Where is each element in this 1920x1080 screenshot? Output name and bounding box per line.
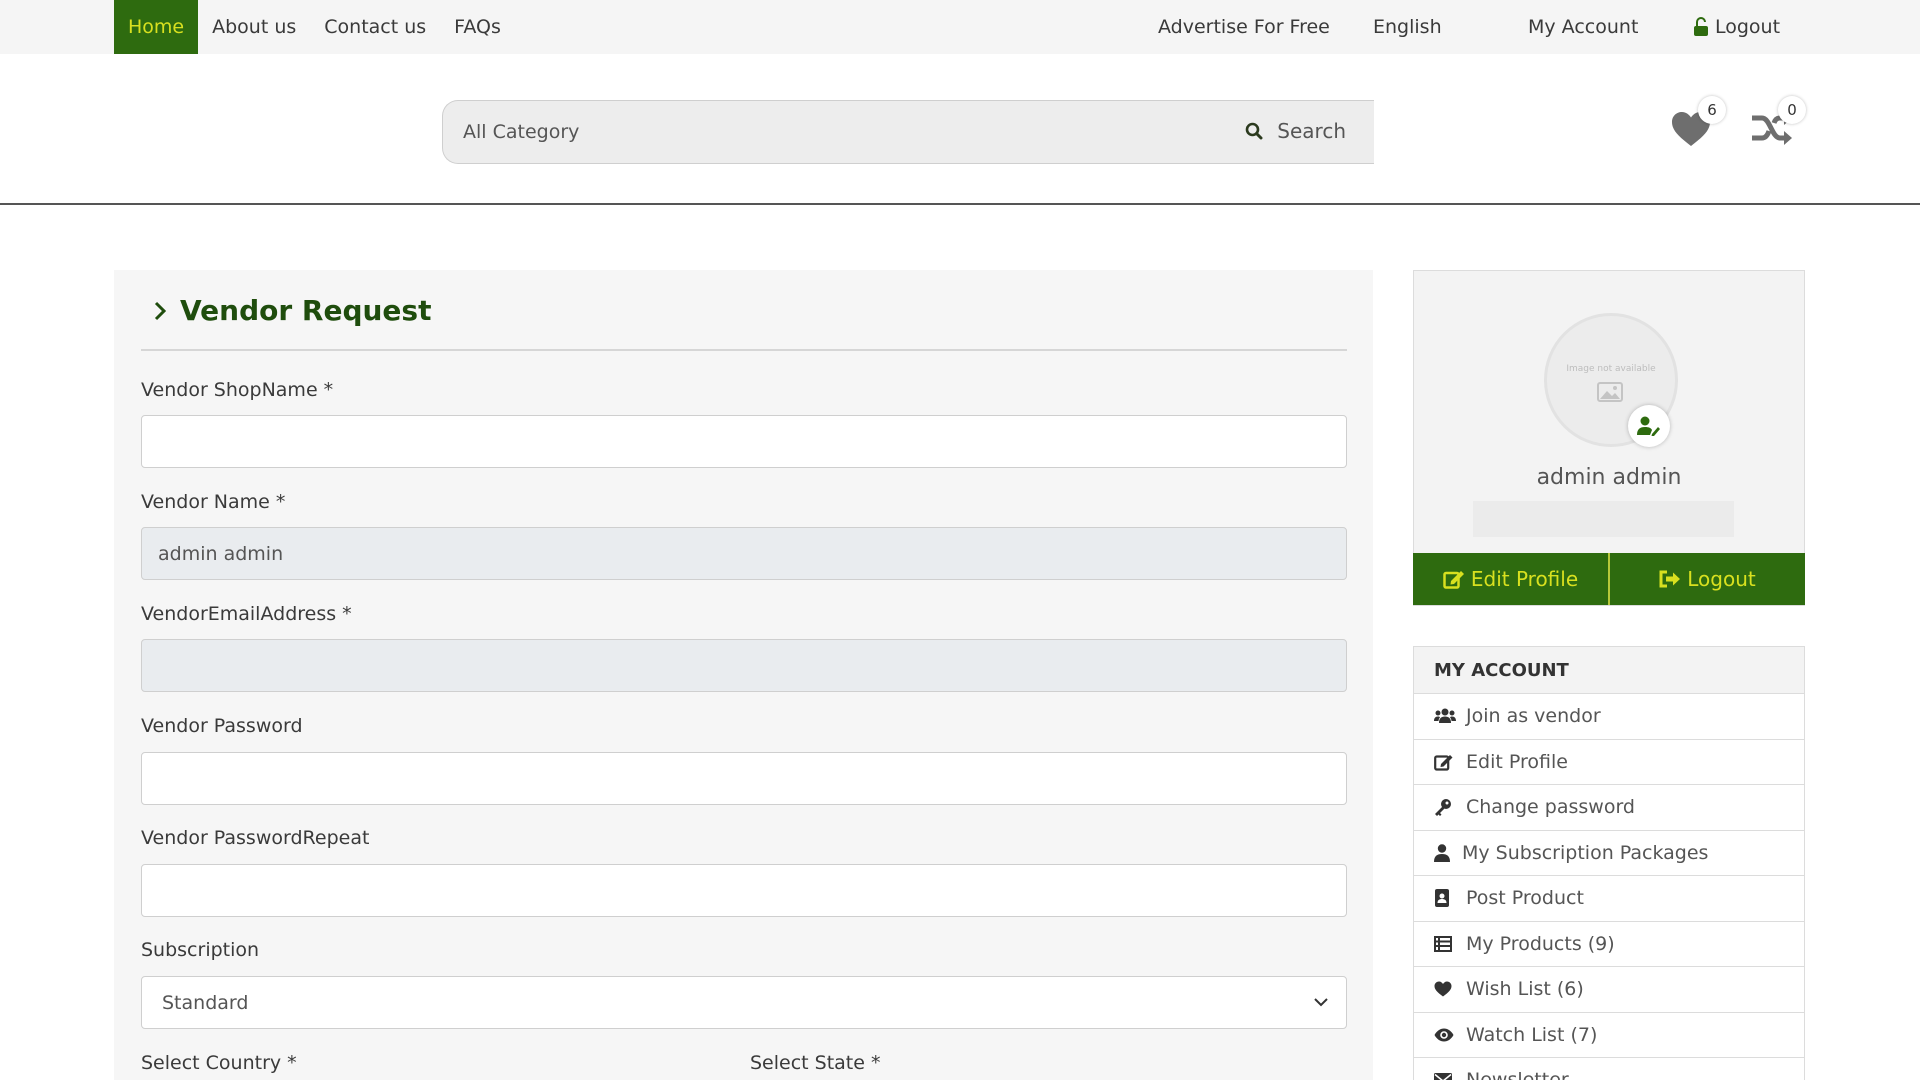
menu-item-wish-list[interactable]: Wish List (6) — [1414, 966, 1804, 1012]
vendor-name-input[interactable]: admin admin — [141, 527, 1347, 580]
edit-icon — [1434, 753, 1466, 771]
menu-item-label: Change password — [1466, 796, 1635, 819]
nav-contact-link[interactable]: Contact us — [310, 16, 440, 38]
menu-item-change-password[interactable]: Change password — [1414, 784, 1804, 830]
search-bar: All Category Search — [442, 100, 1374, 164]
users-icon — [1434, 708, 1466, 724]
subscription-label: Subscription — [141, 939, 260, 961]
site-header: All Category Search 6 0 — [0, 54, 1920, 205]
image-placeholder-icon — [1597, 382, 1623, 402]
menu-item-label: Newsletter — [1466, 1069, 1569, 1080]
logout-link[interactable]: Logout — [1693, 0, 1780, 54]
logout-label: Logout — [1715, 16, 1781, 38]
my-account-menu: MY ACCOUNT Join as vendor Edit Profile C… — [1413, 646, 1805, 1080]
wishlist-count-badge: 6 — [1698, 96, 1726, 124]
compare-button[interactable]: 0 — [1750, 96, 1806, 150]
profile-logout-label: Logout — [1687, 567, 1756, 591]
eye-icon — [1434, 1028, 1466, 1042]
panel-divider — [141, 349, 1347, 351]
menu-item-post-product[interactable]: Post Product — [1414, 875, 1804, 921]
compare-count-badge: 0 — [1778, 96, 1806, 124]
chevron-right-icon — [154, 301, 166, 320]
menu-item-label: Join as vendor — [1466, 705, 1601, 728]
nav-faqs-link[interactable]: FAQs — [440, 16, 515, 38]
nav-home-link[interactable]: Home — [114, 0, 199, 54]
menu-item-newsletter[interactable]: Newsletter — [1414, 1057, 1804, 1080]
profile-actions: Edit Profile Logout — [1413, 553, 1805, 605]
key-icon — [1434, 798, 1466, 817]
edit-profile-label: Edit Profile — [1470, 567, 1579, 591]
vendor-name-label: Vendor Name * — [141, 491, 286, 513]
state-label: Select State * — [750, 1052, 881, 1074]
menu-item-join-vendor[interactable]: Join as vendor — [1414, 693, 1804, 739]
search-button[interactable]: Search — [1245, 119, 1346, 143]
sign-out-icon — [1659, 570, 1681, 588]
edit-profile-button[interactable]: Edit Profile — [1413, 553, 1608, 605]
vendor-request-panel: Vendor Request Vendor ShopName * Vendor … — [114, 270, 1373, 1080]
country-label: Select Country * — [141, 1052, 297, 1074]
user-icon — [1434, 844, 1462, 862]
menu-item-label: Wish List (6) — [1466, 978, 1584, 1001]
profile-logout-button[interactable]: Logout — [1608, 553, 1805, 605]
menu-item-label: My Products (9) — [1466, 932, 1615, 955]
top-navigation-bar: Home About us Contact us FAQs Advertise … — [0, 0, 1920, 54]
menu-item-label: Post Product — [1466, 887, 1584, 910]
profile-card: Image not available admin admin Edit Pro… — [1413, 270, 1805, 606]
subscription-selected-value: Standard — [162, 991, 249, 1014]
my-account-heading: MY ACCOUNT — [1414, 647, 1804, 693]
password-input[interactable] — [141, 752, 1347, 805]
unlock-icon — [1693, 17, 1709, 37]
heart-icon — [1434, 981, 1466, 997]
password-repeat-label: Vendor PasswordRepeat — [141, 827, 370, 849]
subscription-select[interactable]: Standard — [141, 976, 1347, 1029]
menu-item-edit-profile[interactable]: Edit Profile — [1414, 738, 1804, 785]
primary-nav: Home About us Contact us FAQs — [114, 0, 515, 54]
contact-book-icon — [1434, 889, 1466, 908]
advertise-link[interactable]: Advertise For Free — [1158, 0, 1330, 54]
envelope-icon — [1434, 1073, 1466, 1080]
category-select[interactable]: All Category — [463, 121, 579, 143]
menu-item-my-products[interactable]: My Products (9) — [1414, 920, 1804, 967]
shop-name-input[interactable] — [141, 415, 1347, 468]
shop-name-label: Vendor ShopName * — [141, 379, 334, 401]
profile-name: admin admin — [1536, 465, 1682, 490]
avatar-placeholder-text: Image not available — [1566, 364, 1656, 374]
change-avatar-button[interactable] — [1628, 405, 1670, 447]
menu-item-subscriptions[interactable]: My Subscription Packages — [1414, 829, 1804, 876]
panel-title: Vendor Request — [154, 294, 431, 327]
email-label: VendorEmailAddress * — [141, 603, 352, 625]
wishlist-button[interactable]: 6 — [1670, 96, 1726, 152]
language-selector[interactable]: English — [1373, 0, 1442, 54]
password-repeat-input[interactable] — [141, 864, 1347, 917]
edit-icon — [1443, 571, 1464, 589]
my-account-link[interactable]: My Account — [1528, 0, 1638, 54]
chevron-down-icon — [1314, 998, 1328, 1007]
menu-item-watch-list[interactable]: Watch List (7) — [1414, 1011, 1804, 1058]
panel-title-text: Vendor Request — [180, 294, 432, 327]
email-input[interactable] — [141, 639, 1347, 692]
password-label: Vendor Password — [141, 715, 303, 737]
user-edit-icon — [1637, 416, 1660, 436]
profile-subtitle-placeholder — [1473, 501, 1734, 537]
menu-item-label: Edit Profile — [1466, 750, 1568, 773]
search-button-label: Search — [1277, 119, 1346, 143]
menu-item-label: My Subscription Packages — [1462, 841, 1709, 864]
list-icon — [1434, 935, 1466, 952]
nav-about-link[interactable]: About us — [198, 16, 310, 38]
search-icon — [1245, 122, 1263, 140]
menu-item-label: Watch List (7) — [1466, 1023, 1598, 1046]
